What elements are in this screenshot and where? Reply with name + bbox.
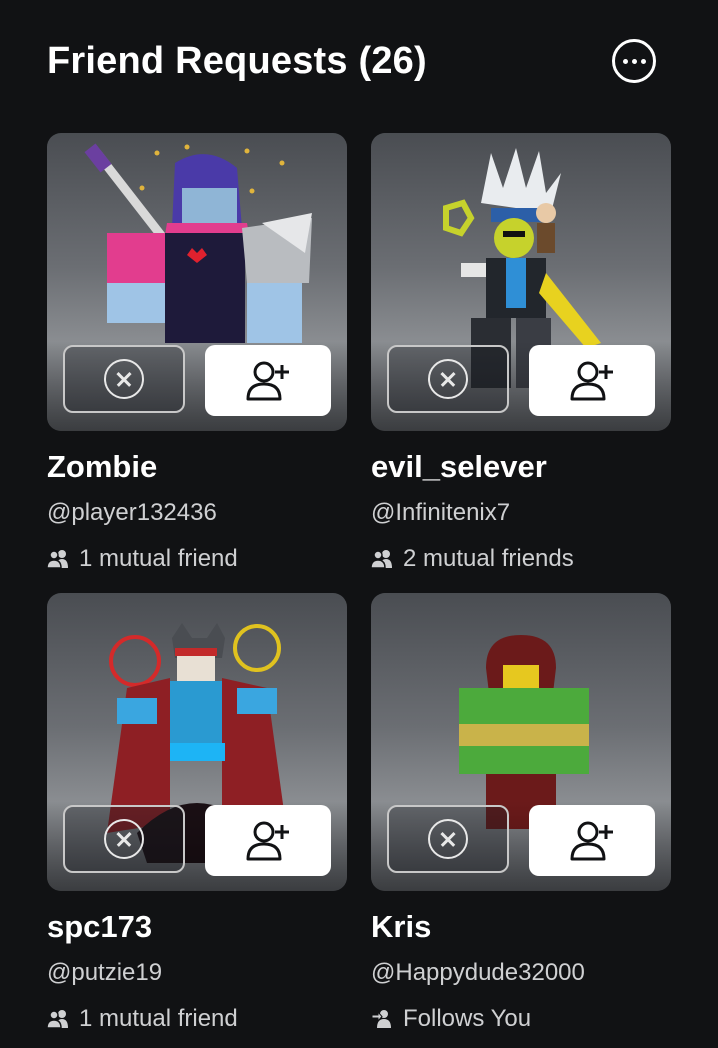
avatar-thumbnail[interactable] — [47, 133, 347, 431]
display-name[interactable]: spc173 — [47, 909, 152, 945]
follows-you-icon — [371, 1010, 391, 1028]
accept-button[interactable] — [529, 345, 655, 416]
mutual-friends-icon — [371, 550, 392, 569]
page-header: Friend Requests (26) — [47, 36, 667, 88]
mutual-friends-text: 2 mutual friends — [403, 545, 574, 572]
accept-button[interactable] — [529, 805, 655, 876]
mutual-friends-icon — [47, 550, 68, 569]
decline-button[interactable] — [387, 805, 509, 873]
follows-you-info: Follows You — [371, 1005, 531, 1033]
avatar-thumbnail[interactable] — [47, 593, 347, 891]
display-name[interactable]: Kris — [371, 909, 431, 945]
accept-button[interactable] — [205, 805, 331, 876]
display-name[interactable]: Zombie — [47, 449, 157, 485]
avatar-thumbnail[interactable] — [371, 133, 671, 431]
close-circle-icon — [428, 819, 468, 859]
follows-you-text: Follows You — [403, 1005, 532, 1032]
username: @player132436 — [47, 499, 217, 526]
add-friend-icon — [570, 361, 613, 400]
username: @putzie19 — [47, 959, 163, 986]
decline-button[interactable] — [63, 805, 185, 873]
accept-button[interactable] — [205, 345, 331, 416]
avatar-thumbnail[interactable] — [371, 593, 671, 891]
add-friend-icon — [246, 361, 289, 400]
username: @Happydude32000 — [371, 959, 585, 986]
mutual-friends-info: 1 mutual friend — [47, 1005, 238, 1033]
more-options-button[interactable] — [612, 39, 656, 83]
add-friend-icon — [246, 821, 289, 860]
more-options-icon — [622, 58, 628, 64]
add-friend-icon — [570, 821, 613, 860]
close-circle-icon — [104, 819, 144, 859]
mutual-friends-icon — [47, 1010, 68, 1029]
mutual-friends-text: 1 mutual friend — [79, 1005, 238, 1032]
close-circle-icon — [104, 359, 144, 399]
decline-button[interactable] — [63, 345, 185, 413]
username: @Infinitenix7 — [371, 499, 511, 526]
display-name[interactable]: evil_selever — [371, 449, 547, 485]
decline-button[interactable] — [387, 345, 509, 413]
mutual-friends-info: 1 mutual friend — [47, 545, 238, 573]
mutual-friends-info: 2 mutual friends — [371, 545, 574, 573]
mutual-friends-text: 1 mutual friend — [79, 545, 238, 572]
page-title: Friend Requests (26) — [47, 40, 427, 82]
close-circle-icon — [428, 359, 468, 399]
